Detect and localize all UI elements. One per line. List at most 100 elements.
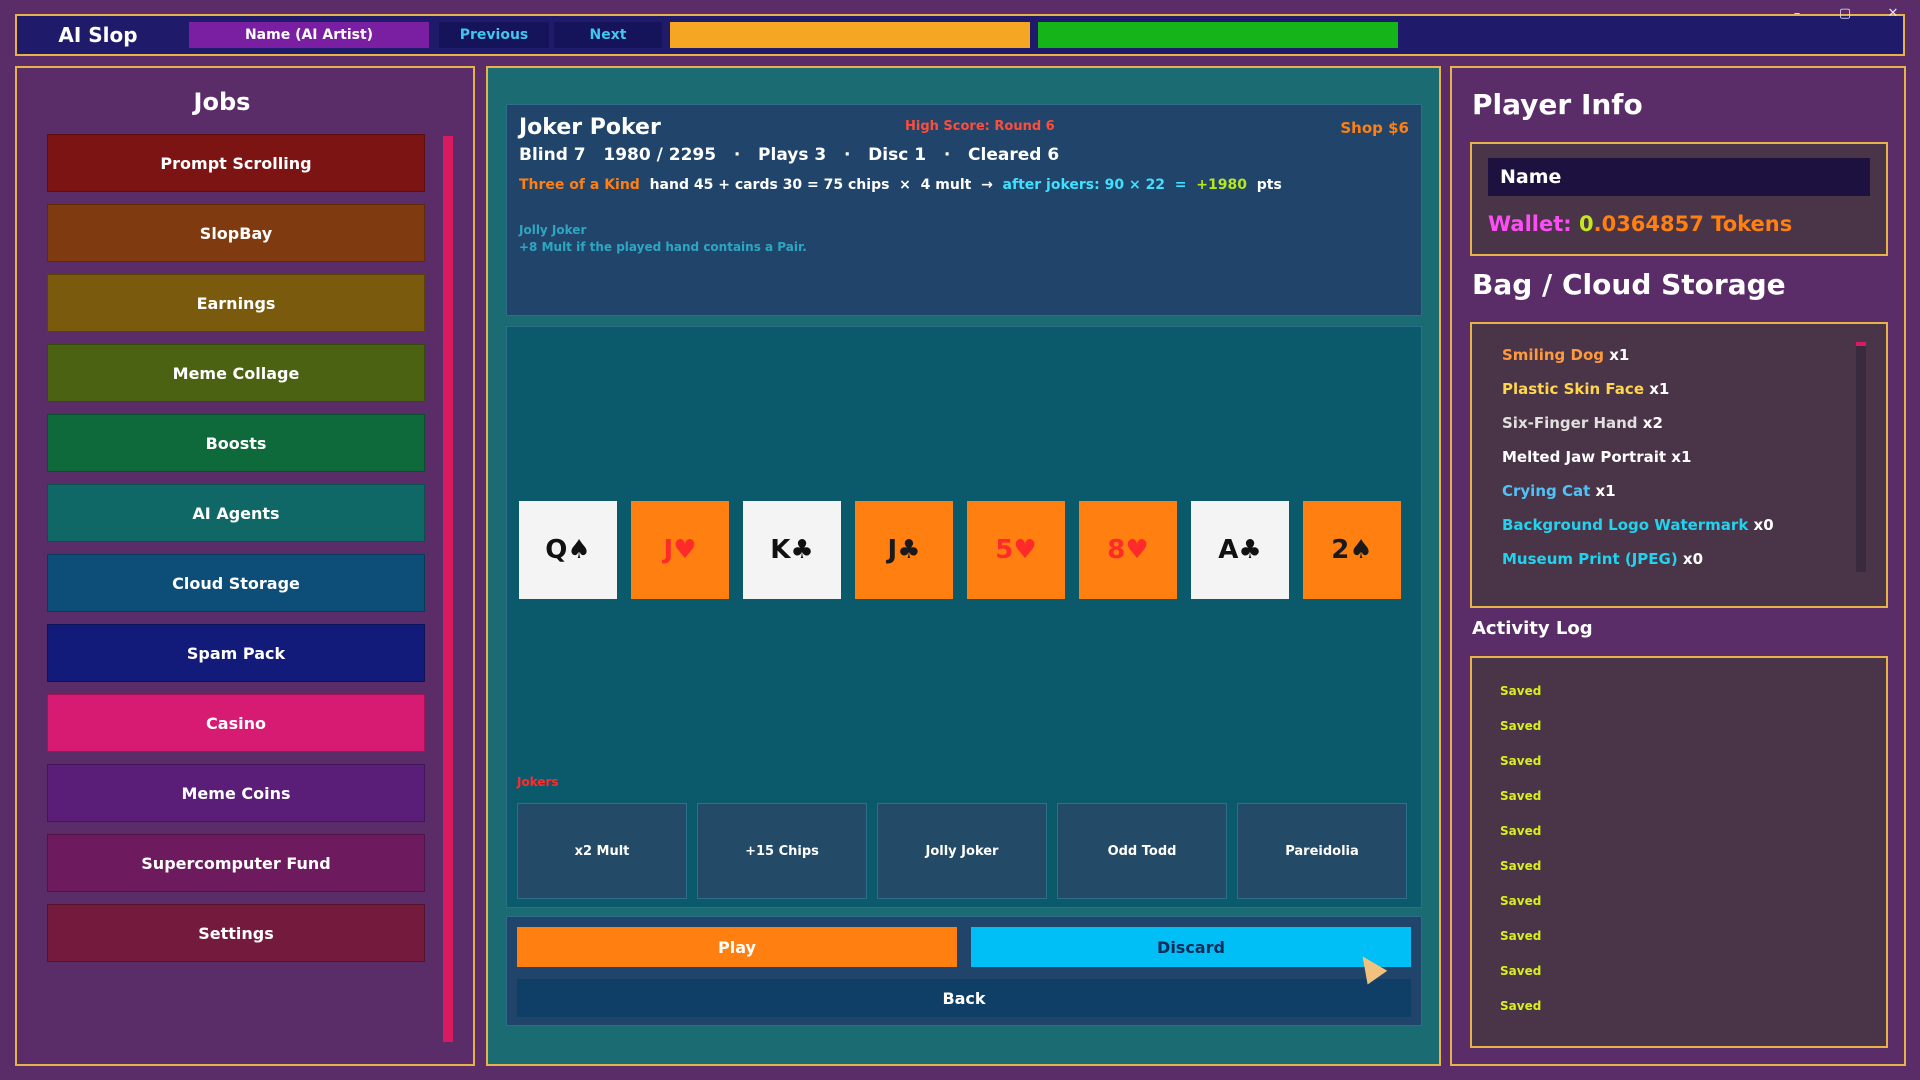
card-rank: 8 [1107, 535, 1126, 565]
playing-card[interactable]: J ♣ [855, 501, 953, 599]
activity-log-title: Activity Log [1472, 618, 1593, 639]
jokers-label: Jokers [517, 775, 559, 789]
bag-item-qty: x0 [1682, 550, 1704, 568]
hand-detail: hand 45 + cards 30 = 75 chips × 4 mult → [639, 177, 1003, 193]
log-entry: Saved [1500, 859, 1542, 873]
card-suit-icon: ♠ [567, 535, 591, 565]
bag-item[interactable]: Plastic Skin Face x1 [1502, 380, 1669, 398]
bag-item[interactable]: Melted Jaw Portrait x1 [1502, 448, 1691, 466]
wallet: Wallet: 0.0364857 Tokens [1488, 212, 1792, 236]
job-button[interactable]: Cloud Storage [47, 554, 425, 612]
game-info-box: Joker Poker High Score: Round 6 Shop $6 … [506, 104, 1422, 316]
joker-slot[interactable]: x2 Mult [517, 803, 687, 899]
minimize-icon[interactable]: – [1790, 6, 1804, 21]
card-rank: J [663, 535, 674, 565]
job-button[interactable]: Boosts [47, 414, 425, 472]
job-button[interactable]: Settings [47, 904, 425, 962]
score-bonus: +1980 [1196, 177, 1247, 193]
bag-item[interactable]: Museum Print (JPEG) x0 [1502, 550, 1703, 568]
bag-scrollbar[interactable] [1856, 342, 1866, 572]
close-icon[interactable]: ✕ [1886, 6, 1900, 21]
job-button[interactable]: SlopBay [47, 204, 425, 262]
jobs-scrollbar[interactable] [443, 136, 453, 1042]
joker-slot[interactable]: Pareidolia [1237, 803, 1407, 899]
jobs-title: Jobs [193, 88, 251, 116]
back-button[interactable]: Back [517, 979, 1411, 1017]
job-button[interactable]: Casino [47, 694, 425, 752]
bag-item-qty: x0 [1753, 516, 1774, 534]
bag-item[interactable]: Crying Cat x1 [1502, 482, 1616, 500]
window-controls: – ▢ ✕ [1790, 6, 1900, 21]
log-entry: Saved [1500, 999, 1542, 1013]
discard-button[interactable]: Discard [971, 927, 1411, 967]
card-rank: 5 [995, 535, 1014, 565]
score-unit: pts [1246, 177, 1282, 193]
joker-slot[interactable]: Jolly Joker [877, 803, 1047, 899]
playing-card[interactable]: 5 ♥ [967, 501, 1065, 599]
game-title: Joker Poker [519, 115, 661, 140]
bag-list: Smiling Dog x1 Plastic Skin Face x1 Six-Fi… [1470, 322, 1888, 608]
player-panel: Player Info Name Wallet: 0.0364857 Token… [1450, 66, 1906, 1066]
maximize-icon[interactable]: ▢ [1838, 6, 1852, 21]
playing-card[interactable]: Q ♠ [519, 501, 617, 599]
previous-button[interactable]: Previous [439, 22, 549, 48]
bag-title: Bag / Cloud Storage [1472, 268, 1786, 301]
wallet-zero: 0 [1578, 212, 1594, 236]
action-area: Play Discard Back [506, 916, 1422, 1026]
job-button[interactable]: Earnings [47, 274, 425, 332]
card-suit-icon: ♣ [1238, 535, 1262, 565]
shop-button[interactable]: Shop $6 [1340, 119, 1409, 137]
card-rank: 2 [1331, 535, 1350, 565]
job-button[interactable]: Spam Pack [47, 624, 425, 682]
joker-slot[interactable]: +15 Chips [697, 803, 867, 899]
card-suit-icon: ♣ [790, 535, 814, 565]
player-name-field[interactable]: Name [1488, 158, 1870, 196]
job-button[interactable]: Meme Coins [47, 764, 425, 822]
wallet-amount: .0364857 Tokens [1593, 212, 1793, 236]
bag-item-name: Six-Finger Hand [1502, 414, 1638, 432]
playing-card[interactable]: 2 ♠ [1303, 501, 1401, 599]
bag-item-name: Background Logo Watermark [1502, 516, 1749, 534]
round-stats: Blind 7 1980 / 2295 · Plays 3 · Disc 1 ·… [519, 145, 1060, 165]
bag-item-name: Smiling Dog [1502, 346, 1604, 364]
log-entry: Saved [1500, 754, 1542, 768]
app-title: AI Slop [58, 23, 138, 47]
playing-card[interactable]: 8 ♥ [1079, 501, 1177, 599]
score-calculation: Three of a Kind hand 45 + cards 30 = 75 … [519, 177, 1282, 193]
log-entry: Saved [1500, 894, 1542, 908]
playing-card[interactable]: A ♣ [1191, 501, 1289, 599]
card-suit-icon: ♣ [897, 535, 921, 565]
bag-item-qty: x1 [1595, 482, 1616, 500]
bag-item[interactable]: Background Logo Watermark x0 [1502, 516, 1774, 534]
bag-item[interactable]: Smiling Dog x1 [1502, 346, 1629, 364]
game-panel: Joker Poker High Score: Round 6 Shop $6 … [486, 66, 1441, 1066]
bag-item-name: Museum Print (JPEG) [1502, 550, 1678, 568]
bag-item[interactable]: Six-Finger Hand x2 [1502, 414, 1663, 432]
job-button[interactable]: Prompt Scrolling [47, 134, 425, 192]
job-button[interactable]: Meme Collage [47, 344, 425, 402]
job-button[interactable]: AI Agents [47, 484, 425, 542]
job-button[interactable]: Supercomputer Fund [47, 834, 425, 892]
bag-item-qty: x1 [1649, 380, 1670, 398]
log-entry: Saved [1500, 789, 1542, 803]
hand-name: Three of a Kind [519, 177, 640, 193]
card-suit-icon: ♥ [673, 535, 697, 565]
bag-item-name: Crying Cat [1502, 482, 1591, 500]
top-bar: AI Slop Name (AI Artist) Previous Next [15, 14, 1905, 56]
card-suit-icon: ♥ [1125, 535, 1149, 565]
next-button[interactable]: Next [554, 22, 662, 48]
log-entry: Saved [1500, 684, 1542, 698]
player-name-button[interactable]: Name (AI Artist) [189, 22, 429, 48]
after-jokers: after jokers: 90 × 22 = [1002, 177, 1197, 193]
joker-slot[interactable]: Odd Todd [1057, 803, 1227, 899]
player-info-title: Player Info [1472, 88, 1643, 121]
card-rank: J [887, 535, 898, 565]
bag-scroll-thumb[interactable] [1856, 342, 1866, 346]
bag-item-qty: x2 [1642, 414, 1663, 432]
playing-card[interactable]: J ♥ [631, 501, 729, 599]
play-button[interactable]: Play [517, 927, 957, 967]
card-rank: A [1218, 535, 1239, 565]
card-suit-icon: ♠ [1349, 535, 1373, 565]
playing-card[interactable]: K ♣ [743, 501, 841, 599]
joker-desc-text: +8 Mult if the played hand contains a Pa… [519, 240, 807, 254]
